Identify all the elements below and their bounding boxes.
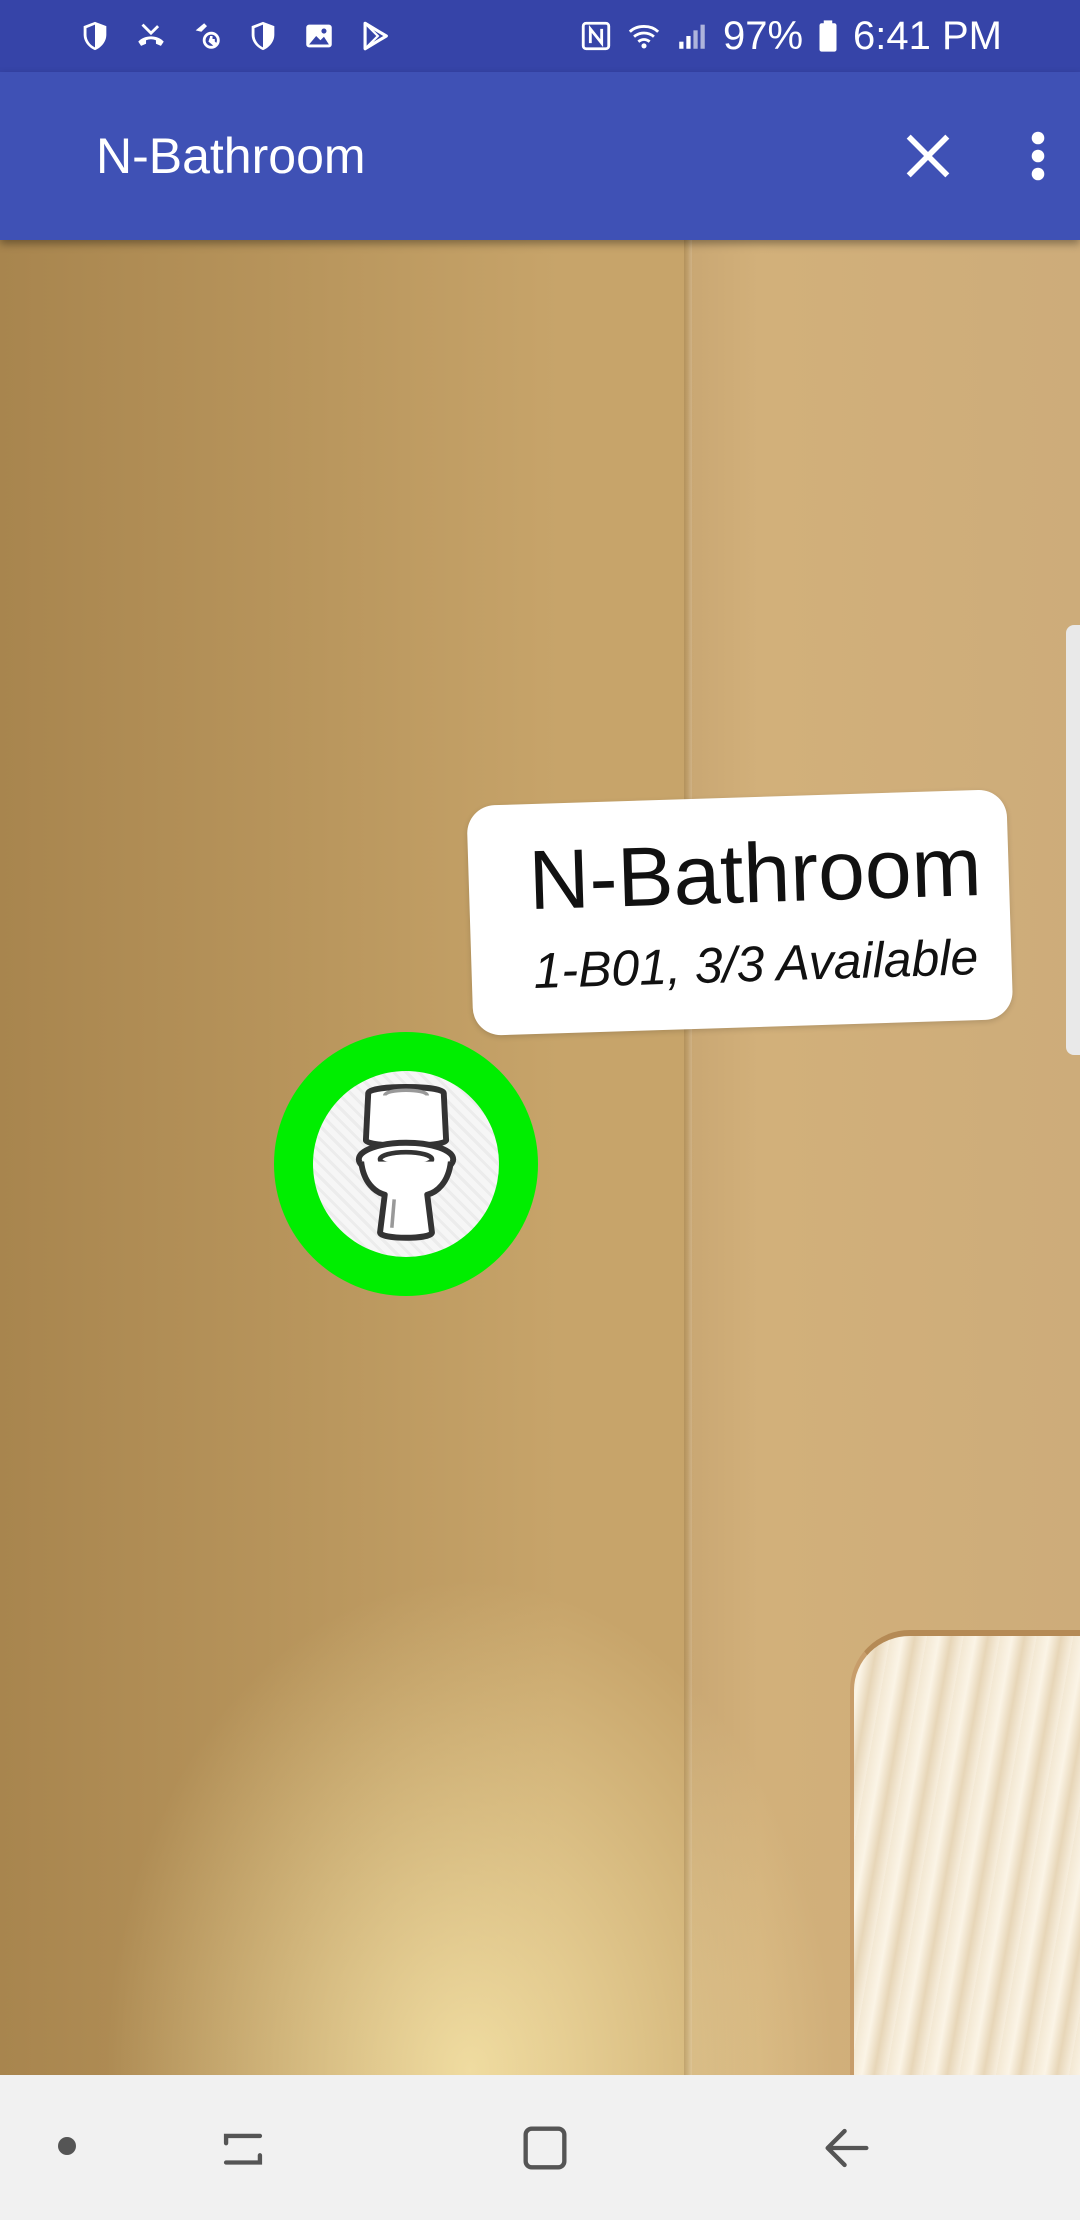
clock: 6:41 PM <box>853 13 1002 58</box>
battery-percentage: 97% <box>722 13 804 58</box>
wifi-icon <box>627 19 661 53</box>
recent-apps-button[interactable] <box>208 2113 278 2183</box>
notification-icons <box>78 0 392 72</box>
ar-marker-icon-badge <box>313 1071 499 1257</box>
navigation-bar <box>0 2075 1080 2220</box>
ar-marker-title: N-Bathroom <box>527 818 983 928</box>
recent-apps-icon <box>223 2133 263 2165</box>
back-button[interactable] <box>812 2113 882 2183</box>
more-options-button[interactable] <box>1008 118 1068 194</box>
data-sync-icon <box>190 19 224 53</box>
camera-view[interactable] <box>0 240 1080 2075</box>
edge-panel-handle[interactable] <box>1066 625 1080 1055</box>
nfc-icon <box>579 19 613 53</box>
image-icon <box>302 19 336 53</box>
system-indicators: 97% 6:41 PM <box>579 0 1002 72</box>
wall-corner <box>684 240 692 2075</box>
play-store-icon <box>358 19 392 53</box>
shield-icon <box>246 19 280 53</box>
indicator-dot-icon[interactable] <box>58 2137 76 2155</box>
more-vert-icon <box>1031 131 1045 181</box>
back-icon <box>825 2128 869 2168</box>
missed-call-icon <box>134 19 168 53</box>
signal-icon <box>675 19 709 53</box>
app-bar: N-Bathroom <box>0 72 1080 240</box>
home-button[interactable] <box>510 2113 580 2183</box>
shield-icon <box>78 19 112 53</box>
status-bar: 97% 6:41 PM <box>0 0 1080 72</box>
ar-marker-subtitle: 1-B01, 3/3 Available <box>532 929 980 1000</box>
battery-icon <box>817 19 839 53</box>
page-title: N-Bathroom <box>96 128 366 184</box>
close-button[interactable] <box>890 118 966 194</box>
close-icon <box>906 134 950 178</box>
ar-marker-status-ring[interactable] <box>274 1032 538 1296</box>
toilet-icon <box>355 1084 457 1241</box>
paper-lamp <box>850 1630 1080 2075</box>
home-icon <box>523 2126 567 2170</box>
ar-label-card[interactable]: N-Bathroom 1-B01, 3/3 Available <box>466 789 1014 1036</box>
